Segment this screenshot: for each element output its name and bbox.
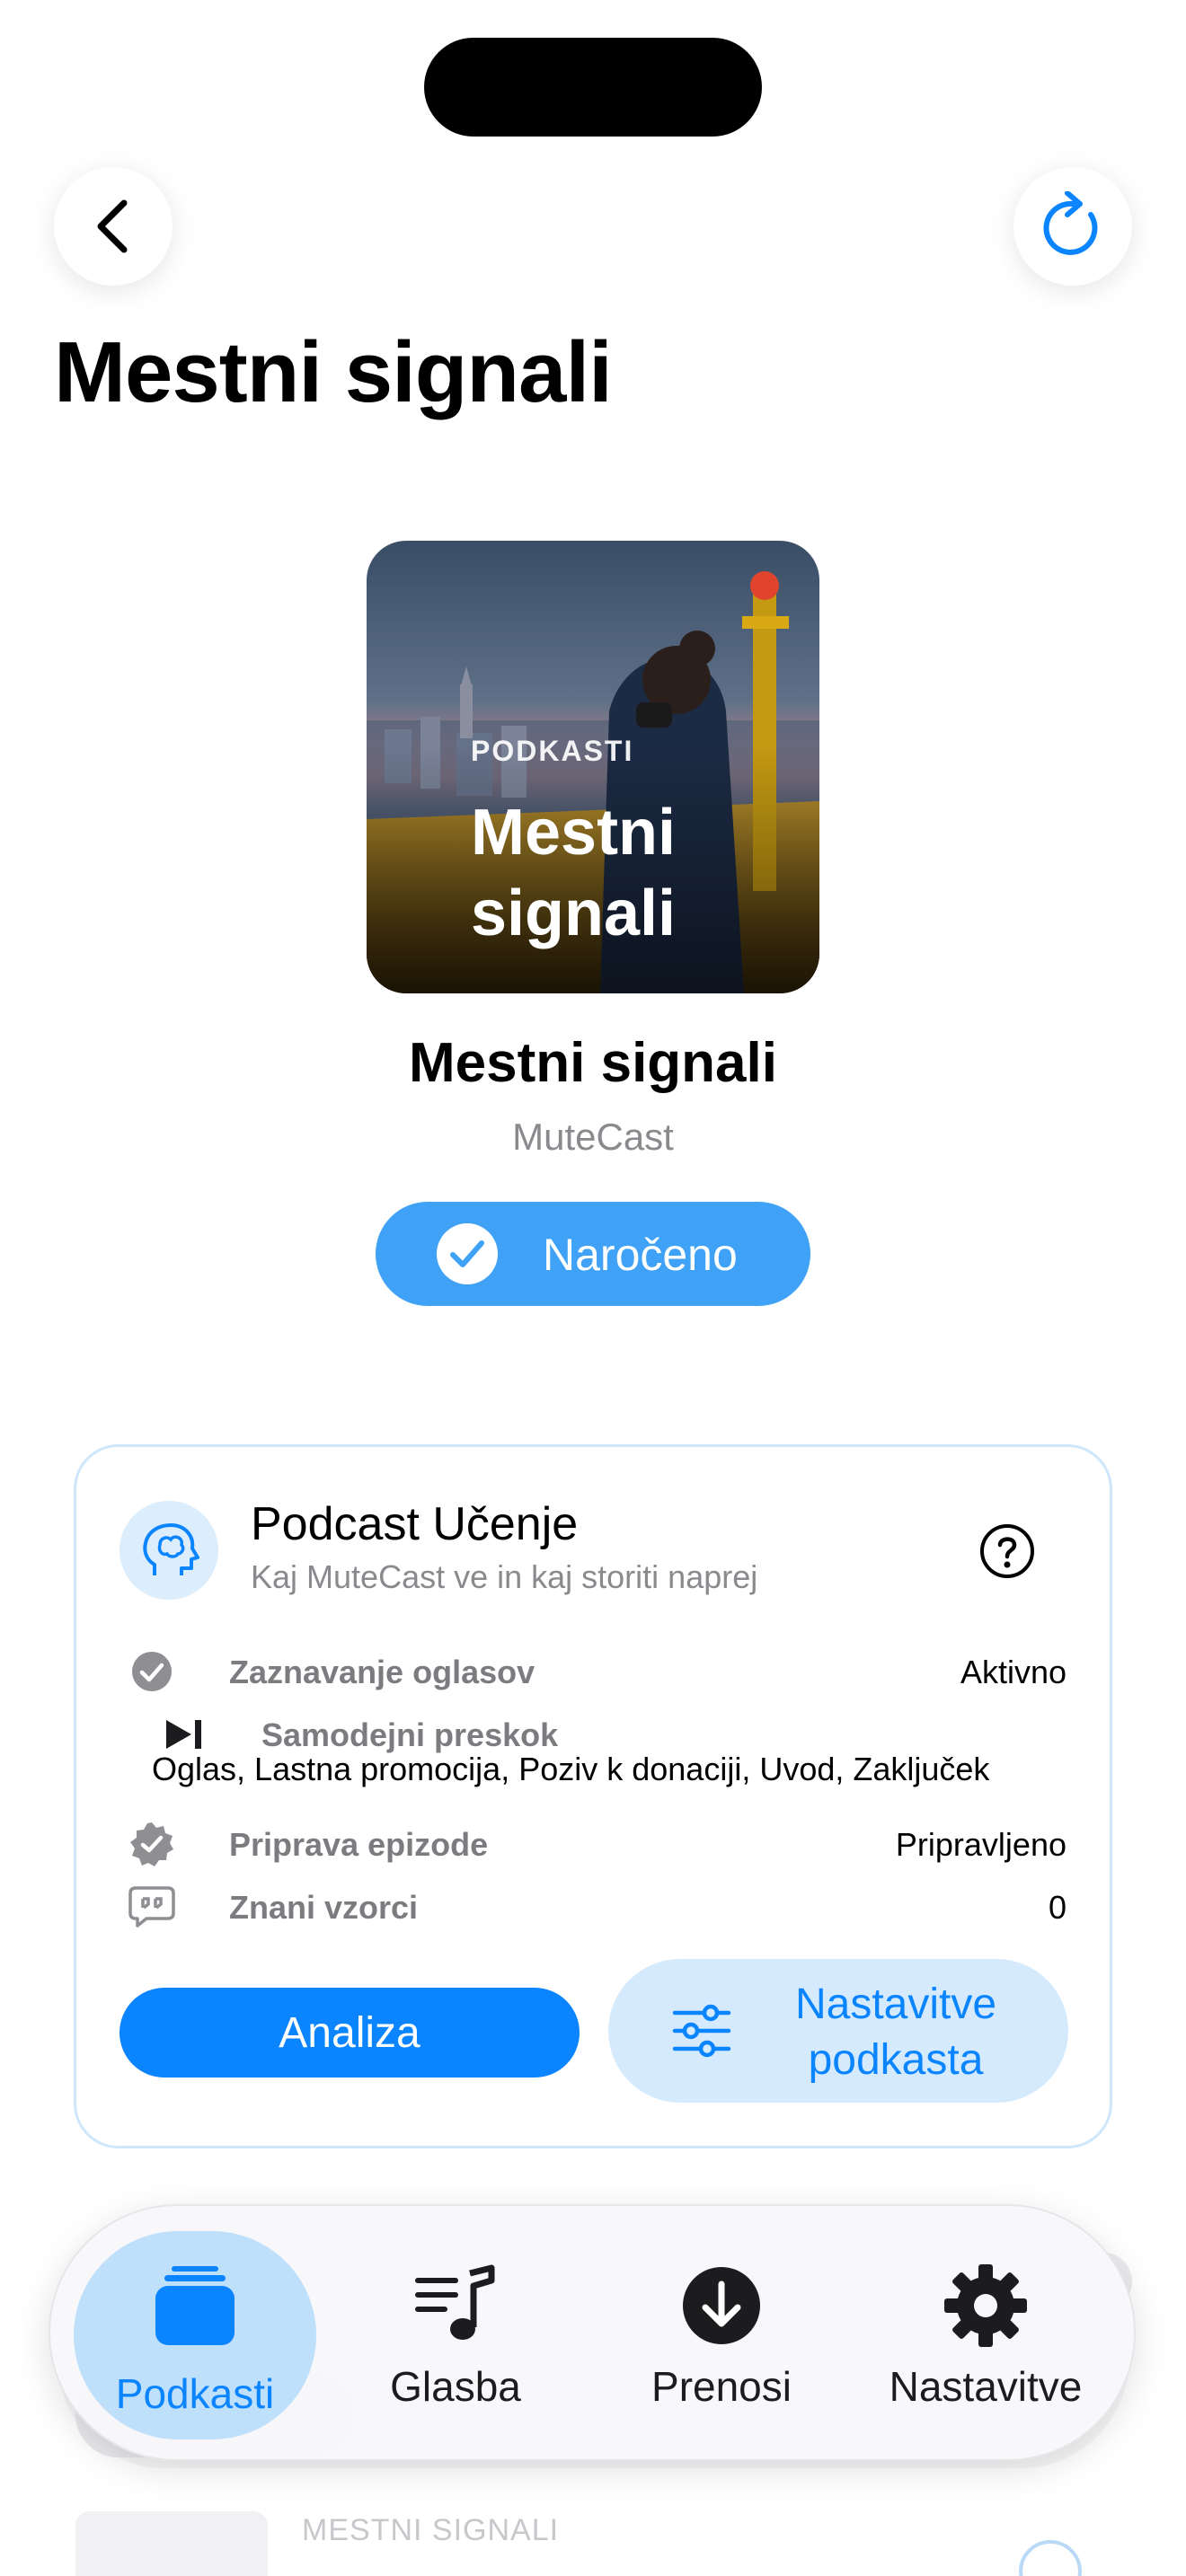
checkmark-icon [437, 1223, 498, 1284]
podcast-settings-label: Nastavitve podkasta [794, 1981, 997, 2084]
help-circle-icon[interactable] [978, 1522, 1036, 1580]
podcast-learning-card: Podcast Učenje Kaj MuteCast ve in kaj st… [74, 1444, 1112, 2148]
music-list-icon [334, 2256, 577, 2355]
page-title: Mestni signali [54, 324, 613, 420]
podcast-cover: PODKASTI Mestni signali [367, 541, 819, 993]
ad-detection-value: Aktivno [960, 1654, 1067, 1690]
brain-head-icon [119, 1501, 218, 1600]
sliders-icon [672, 2004, 731, 2058]
background-episode-title: MESTNI SIGNALI [302, 2513, 560, 2547]
check-circle-icon [127, 1646, 177, 1697]
background-thumbnail [75, 2511, 268, 2576]
tab-music[interactable]: Glasba [334, 2231, 577, 2439]
chevron-left-icon [97, 199, 128, 253]
tab-podcasts-label: Podkasti [115, 2370, 275, 2417]
podcast-settings-button[interactable]: Nastavitve podkasta [608, 1959, 1068, 2103]
analyze-button[interactable]: Analiza [119, 1988, 580, 2078]
cover-title: Mestni signali [471, 797, 677, 949]
known-patterns-label: Znani vzorci [229, 1889, 419, 1926]
cover-kicker: PODKASTI [471, 735, 634, 767]
download-circle-icon [600, 2256, 843, 2355]
card-subtitle: Kaj MuteCast ve in kaj storiti naprej [251, 1558, 758, 1595]
subscribed-button[interactable]: Naročeno [376, 1202, 810, 1306]
podcasts-stack-icon [74, 2256, 316, 2355]
back-button[interactable] [54, 167, 173, 286]
quote-bubble-icon [127, 1882, 177, 1932]
tab-music-label: Glasba [390, 2363, 521, 2410]
podcast-author[interactable]: MuteCast [0, 1116, 1186, 1159]
podcast-title: Mestni signali [409, 1032, 777, 1094]
tab-bar: Podkasti Glasba Prenosi Nastavitve [49, 2204, 1136, 2461]
known-patterns-value: 0 [1048, 1889, 1067, 1926]
tab-podcasts[interactable]: Podkasti [74, 2231, 316, 2439]
info-icon [1019, 2540, 1082, 2576]
tab-downloads-label: Prenosi [651, 2363, 792, 2410]
refresh-icon [1043, 191, 1098, 255]
verified-badge-icon [127, 1819, 177, 1869]
episode-prep-value: Pripravljeno [895, 1826, 1067, 1863]
episode-prep-label: Priprava epizode [229, 1826, 489, 1863]
tab-downloads[interactable]: Prenosi [600, 2231, 843, 2439]
auto-skip-label: Samodejni preskok [261, 1716, 559, 1753]
card-title: Podcast Učenje [251, 1498, 579, 1550]
ad-detection-label: Zaznavanje oglasov [229, 1654, 535, 1690]
subscribed-label: Naročeno [543, 1230, 738, 1280]
dynamic-island [424, 38, 762, 137]
refresh-button[interactable] [1013, 167, 1132, 286]
gear-icon [864, 2256, 1107, 2355]
analyze-label: Analiza [279, 2008, 420, 2057]
tab-settings-label: Nastavitve [889, 2363, 1083, 2410]
auto-skip-value: Oglas, Lastna promocija, Poziv k donacij… [152, 1751, 990, 1787]
tab-settings[interactable]: Nastavitve [864, 2231, 1107, 2439]
